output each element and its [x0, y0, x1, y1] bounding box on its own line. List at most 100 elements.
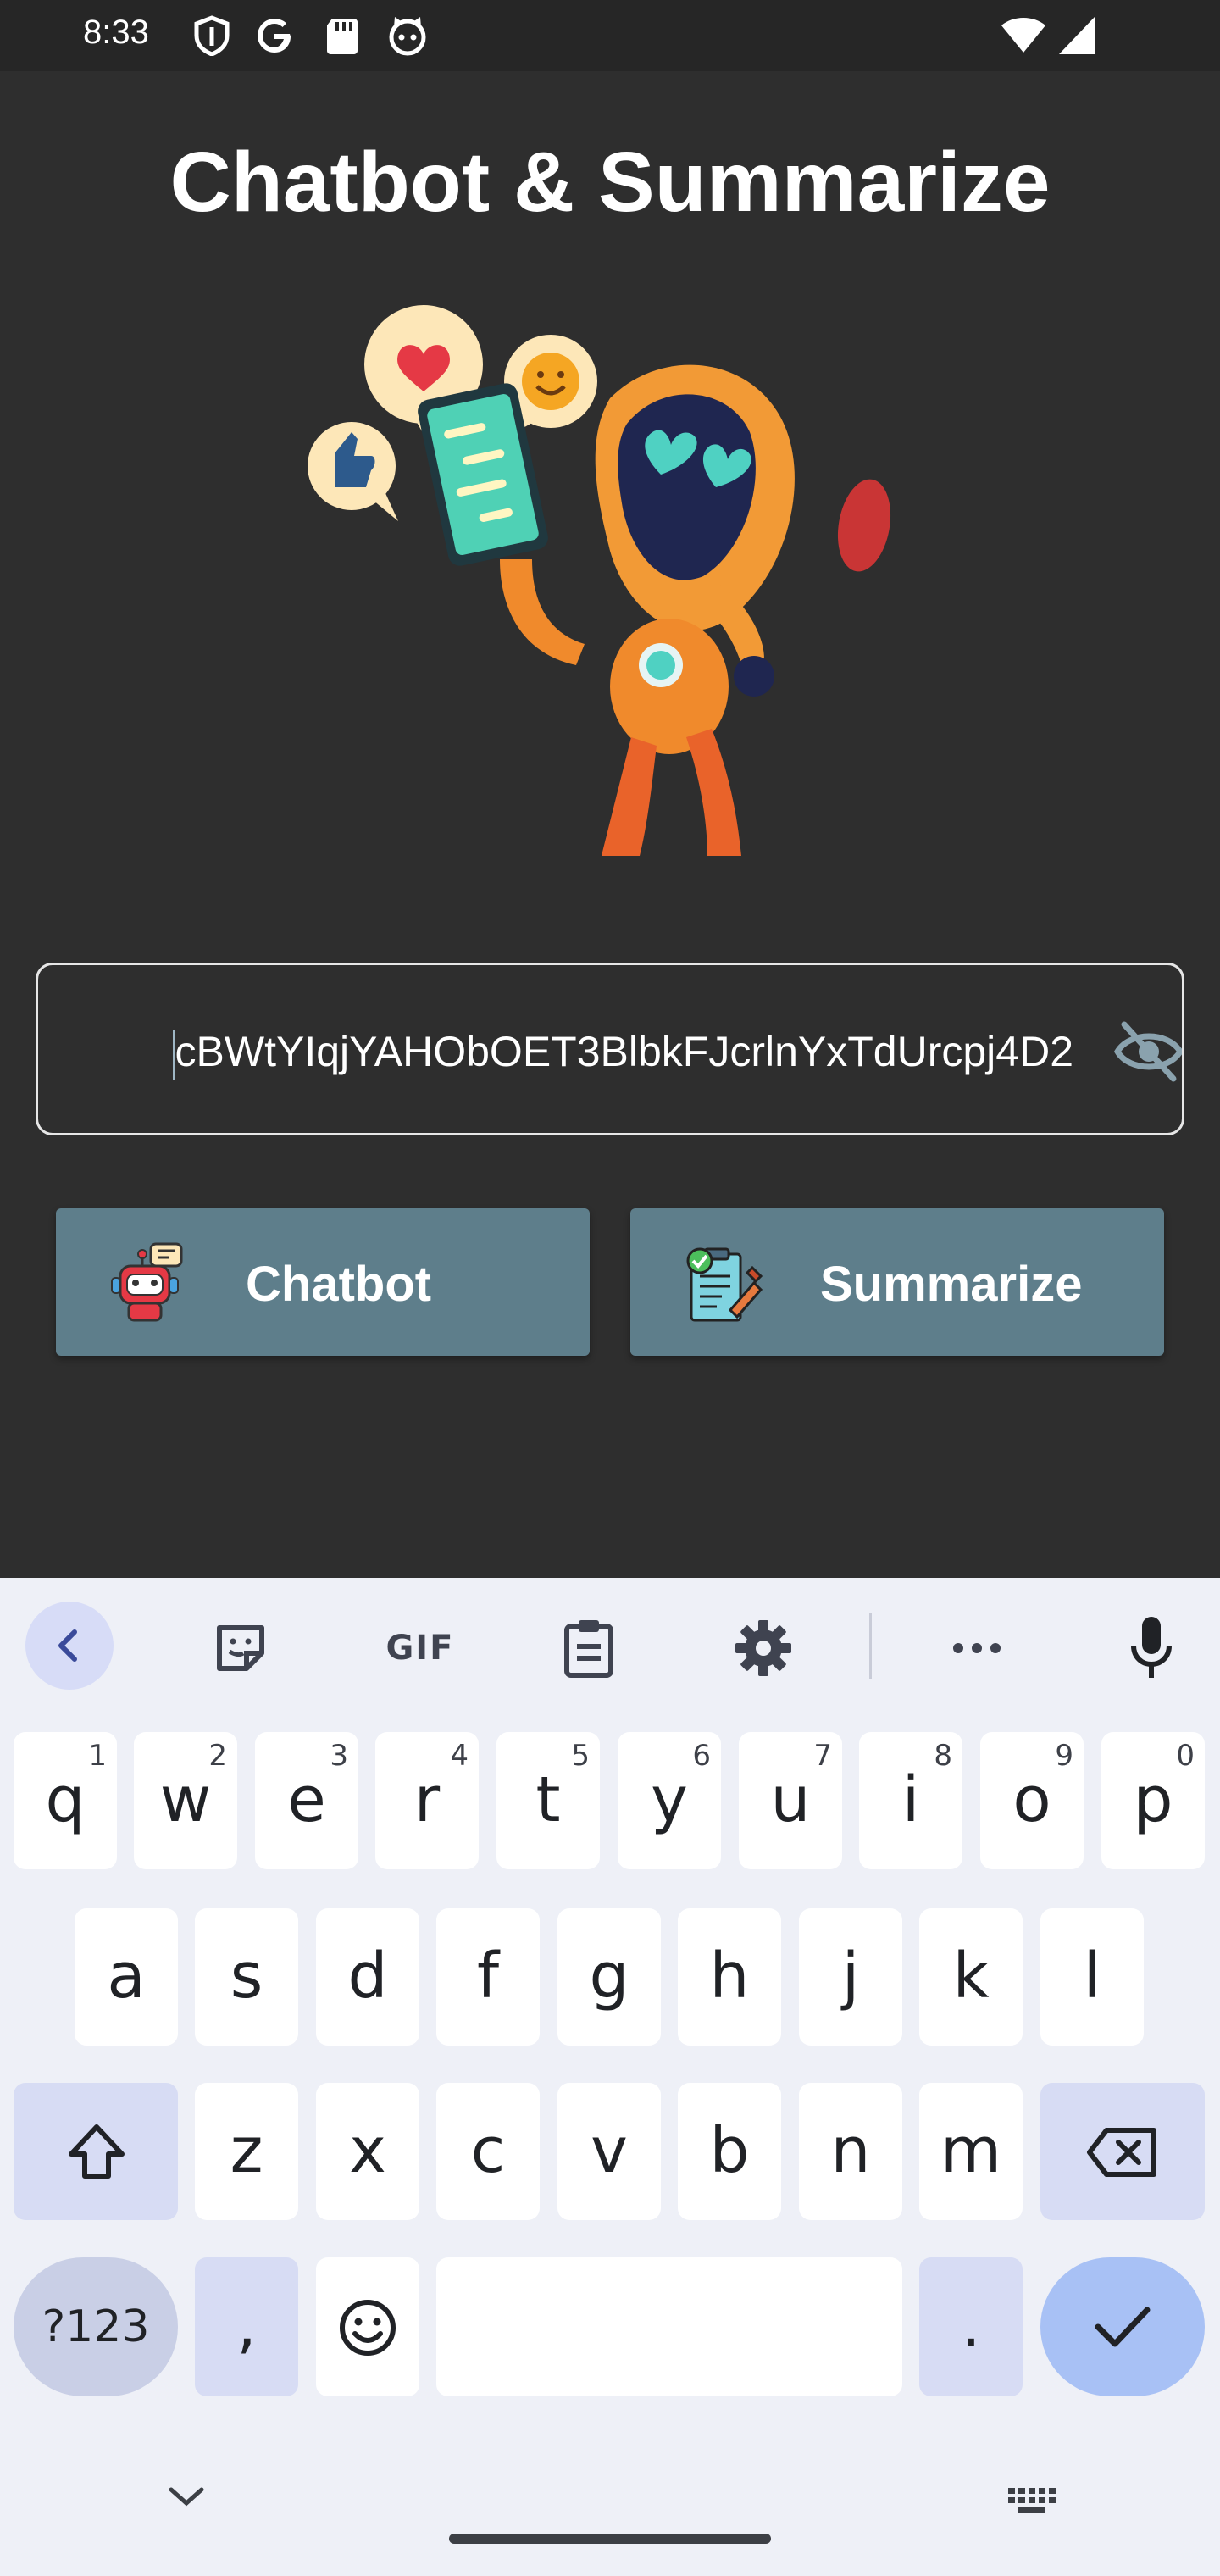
clipboard-button[interactable] — [551, 1610, 627, 1686]
eye-off-icon[interactable] — [1112, 1019, 1184, 1084]
key-i[interactable]: 8i — [859, 1732, 962, 1869]
shift-key[interactable] — [14, 2083, 178, 2220]
key-d[interactable]: d — [316, 1908, 419, 2046]
shift-icon — [69, 2124, 125, 2179]
key-x[interactable]: x — [316, 2083, 419, 2220]
api-key-text[interactable]: cBWtYIqjYAHObOET3BlbkFJcrlnYxTdUrcpj4D2 — [72, 1019, 1073, 1084]
key-label: r — [413, 1763, 441, 1836]
key-label: b — [709, 2114, 750, 2187]
robot-illustration — [308, 305, 891, 856]
key-c[interactable]: c — [436, 2083, 540, 2220]
keyboard-toolbar: GIF — [0, 1578, 1220, 1707]
more-icon — [953, 1643, 1001, 1653]
key-y[interactable]: 6y — [618, 1732, 721, 1869]
key-label: p — [1133, 1763, 1173, 1836]
space-key[interactable] — [436, 2257, 902, 2396]
key-h[interactable]: h — [678, 1908, 781, 2046]
settings-button[interactable] — [725, 1610, 801, 1686]
api-key-input[interactable]: cBWtYIqjYAHObOET3BlbkFJcrlnYxTdUrcpj4D2 — [36, 963, 1184, 1135]
key-label: k — [952, 1940, 990, 2012]
chevron-down-icon[interactable] — [166, 2483, 207, 2510]
symbols-label: ?123 — [42, 2301, 150, 2352]
key-label: q — [45, 1763, 86, 1836]
cat-face-icon — [389, 17, 426, 56]
key-a[interactable]: a — [75, 1908, 178, 2046]
wifi-icon — [1001, 18, 1045, 53]
robot-icon — [111, 1242, 183, 1322]
key-label: a — [107, 1940, 146, 2012]
gif-label: GIF — [385, 1629, 455, 1668]
key-j[interactable]: j — [799, 1908, 902, 2046]
toolbar-divider — [869, 1613, 872, 1679]
key-q[interactable]: 1q — [14, 1732, 117, 1869]
key-label: t — [535, 1763, 561, 1836]
key-label: y — [651, 1763, 688, 1836]
api-key-value: cBWtYIqjYAHObOET3BlbkFJcrlnYxTdUrcpj4D2 — [175, 1028, 1073, 1075]
key-label: z — [230, 2114, 263, 2187]
key-label: s — [230, 1940, 263, 2012]
key-label: u — [770, 1763, 811, 1836]
key-w[interactable]: 2w — [134, 1732, 237, 1869]
emoji-icon — [340, 2300, 396, 2356]
page-title: Chatbot & Summarize — [169, 135, 1051, 230]
key-l[interactable]: l — [1040, 1908, 1144, 2046]
comma-label: , — [236, 2289, 257, 2362]
key-e[interactable]: 3e — [255, 1732, 358, 1869]
key-p[interactable]: 0p — [1101, 1732, 1205, 1869]
chatbot-button-label: Chatbot — [246, 1257, 432, 1312]
home-indicator[interactable] — [449, 2534, 771, 2544]
key-r[interactable]: 4r — [375, 1732, 479, 1869]
key-label: d — [347, 1940, 388, 2012]
chatbot-button[interactable]: Chatbot — [56, 1208, 590, 1356]
key-label: e — [287, 1763, 326, 1836]
key-g[interactable]: g — [557, 1908, 661, 2046]
more-button[interactable] — [939, 1610, 1015, 1686]
summarize-button-label: Summarize — [820, 1257, 1083, 1312]
key-v[interactable]: v — [557, 2083, 661, 2220]
status-time: 8:33 — [83, 14, 149, 51]
enter-key[interactable] — [1040, 2257, 1205, 2396]
key-s[interactable]: s — [195, 1908, 298, 2046]
backspace-icon — [1087, 2128, 1156, 2177]
key-z[interactable]: z — [195, 2083, 298, 2220]
period-label: . — [961, 2289, 981, 2362]
key-u[interactable]: 7u — [739, 1732, 842, 1869]
voice-input-button[interactable] — [1113, 1610, 1190, 1686]
clipboard-icon — [564, 1620, 613, 1678]
key-o[interactable]: 9o — [980, 1732, 1084, 1869]
summarize-button[interactable]: Summarize — [630, 1208, 1164, 1356]
key-n[interactable]: n — [799, 2083, 902, 2220]
key-b[interactable]: b — [678, 2083, 781, 2220]
signal-icon — [1059, 17, 1095, 54]
key-label: m — [940, 2114, 1002, 2187]
key-label: i — [901, 1763, 920, 1836]
backspace-key[interactable] — [1040, 2083, 1205, 2220]
status-bar: 8:33 — [0, 0, 1220, 71]
sticker-button[interactable] — [203, 1610, 280, 1686]
soft-keyboard: GIF 1 q 2 w 3 e 4 r 5 t 6 y 7 u 8 i 9 o … — [0, 1578, 1220, 2576]
key-label: j — [841, 1940, 860, 2012]
gif-button[interactable]: GIF — [378, 1610, 463, 1686]
key-m[interactable]: m — [919, 2083, 1023, 2220]
chevron-left-icon — [58, 1629, 77, 1662]
key-k[interactable]: k — [919, 1908, 1023, 2046]
emoji-key[interactable] — [316, 2257, 419, 2396]
sd-card-icon — [327, 19, 358, 54]
document-check-icon — [686, 1247, 763, 1322]
keyboard-back-button[interactable] — [25, 1602, 114, 1690]
keyboard-icon[interactable] — [1006, 2486, 1057, 2517]
key-label: g — [589, 1940, 629, 2012]
key-f[interactable]: f — [436, 1908, 540, 2046]
key-label: f — [476, 1940, 500, 2012]
comma-key[interactable]: , — [195, 2257, 298, 2396]
key-t[interactable]: 5t — [496, 1732, 600, 1869]
google-icon — [258, 19, 291, 53]
key-label: c — [470, 2114, 506, 2187]
settings-icon — [735, 1620, 791, 1676]
shield-icon — [194, 15, 230, 56]
key-label: v — [591, 2114, 628, 2187]
period-key[interactable]: . — [919, 2257, 1023, 2396]
symbols-key[interactable]: ?123 — [14, 2257, 178, 2396]
key-label: o — [1012, 1763, 1051, 1836]
key-label: n — [830, 2114, 871, 2187]
